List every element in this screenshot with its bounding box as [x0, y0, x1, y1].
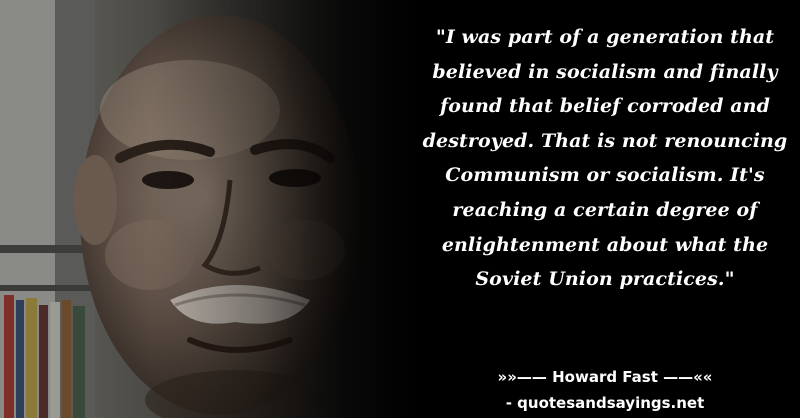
site-credit: - quotesandsayings.net [505, 394, 705, 412]
quote-card: "I was part of a generation that believe… [0, 0, 800, 418]
author-attribution: »»—— Howard Fast ——«« [497, 368, 713, 386]
quote-text: "I was part of a generation that believe… [422, 26, 788, 291]
